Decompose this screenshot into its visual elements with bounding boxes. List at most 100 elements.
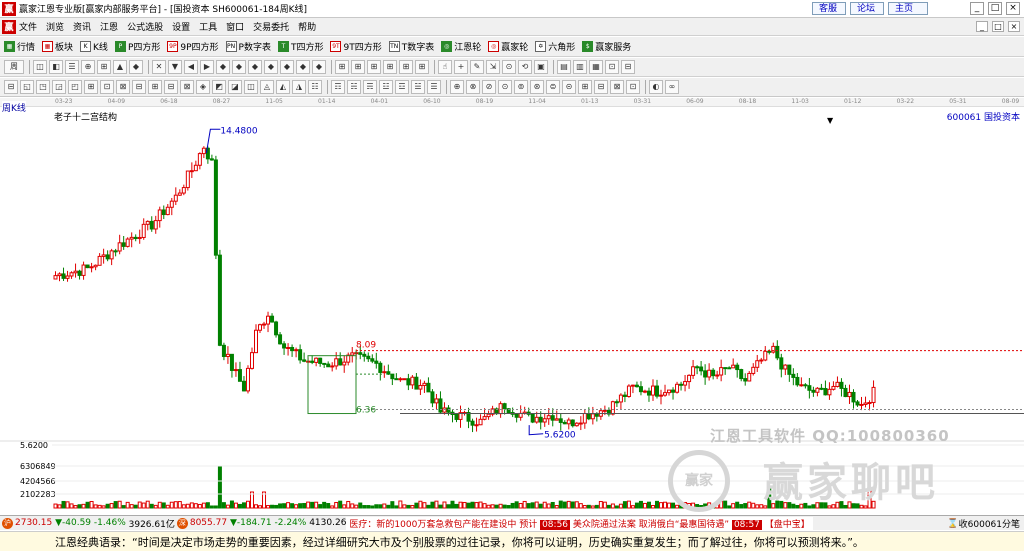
analysis-tool-icon[interactable]: ◈ — [196, 80, 210, 94]
stock-name[interactable]: 600061 国投资本 — [947, 110, 1020, 123]
news-ticker[interactable]: 医疗：新的1000万套急救包产能在建设中 预计 08:56 美众院通过法案 取消… — [346, 516, 813, 530]
news-item-1[interactable]: 医疗：新的1000万套急救包产能在建设中 预计 — [349, 520, 537, 530]
analysis-tool-icon[interactable]: ☳ — [379, 80, 393, 94]
drawing-tool-icon[interactable]: ⊡ — [605, 60, 619, 74]
analysis-tool-icon[interactable]: ⊚ — [514, 80, 528, 94]
analysis-tool-icon[interactable]: ◲ — [52, 80, 66, 94]
analysis-tool-icon[interactable]: ☰ — [427, 80, 441, 94]
analysis-tool-icon[interactable]: ⊞ — [148, 80, 162, 94]
mdi-close-button[interactable]: × — [1008, 21, 1020, 32]
menu-news[interactable]: 资讯 — [73, 20, 91, 33]
menu-help[interactable]: 帮助 — [298, 20, 316, 33]
drawing-tool-icon[interactable]: ◫ — [33, 60, 47, 74]
menu-browse[interactable]: 浏览 — [46, 20, 64, 33]
analysis-tool-icon[interactable]: ⊙ — [498, 80, 512, 94]
menu-settings[interactable]: 设置 — [172, 20, 190, 33]
drawing-tool-icon[interactable]: ◧ — [49, 60, 63, 74]
close-button[interactable]: × — [1006, 2, 1020, 15]
drawing-tool-icon[interactable]: + — [454, 60, 468, 74]
analysis-tool-icon[interactable]: ⊞ — [578, 80, 592, 94]
analysis-tool-icon[interactable]: ⊟ — [164, 80, 178, 94]
analysis-tool-icon[interactable]: ⊠ — [610, 80, 624, 94]
analysis-tool-icon[interactable]: ⊞ — [84, 80, 98, 94]
analysis-tool-icon[interactable]: ◰ — [68, 80, 82, 94]
drawing-tool-icon[interactable]: ⊞ — [351, 60, 365, 74]
toolbar-service-button[interactable]: $ 赢家服务 — [582, 40, 631, 53]
drawing-tool-icon[interactable]: ▦ — [589, 60, 603, 74]
timeline-strip[interactable]: 03-23 04-09 06-18 08-27 11-05 01-14 04-01 06-10… — [0, 98, 1024, 107]
drawing-tool-icon[interactable]: ◆ — [280, 60, 294, 74]
toolbar-t-square-button[interactable]: T T四方形 — [277, 40, 323, 53]
drawing-tool-icon[interactable]: ⊞ — [367, 60, 381, 74]
drawing-tool-icon[interactable]: ▤ — [557, 60, 571, 74]
news-item-3[interactable]: 【盘中宝】 — [765, 520, 810, 530]
tick-info[interactable]: 收600061分笔 — [959, 517, 1020, 530]
drawing-tool-icon[interactable]: ⊞ — [399, 60, 413, 74]
analysis-tool-icon[interactable]: ◐ — [649, 80, 663, 94]
drawing-tool-icon[interactable]: ✎ — [470, 60, 484, 74]
analysis-tool-icon[interactable]: ⊘ — [482, 80, 496, 94]
drawing-tool-icon[interactable]: ⊞ — [335, 60, 349, 74]
analysis-tool-icon[interactable]: ⊗ — [466, 80, 480, 94]
maximize-button[interactable]: □ — [988, 2, 1002, 15]
drawing-tool-icon[interactable]: ◀ — [184, 60, 198, 74]
drawing-tool-icon[interactable]: ◆ — [232, 60, 246, 74]
shenzhen-icon[interactable]: 深 — [176, 517, 188, 529]
toolbar-9p-square-button[interactable]: 9P 9P四方形 — [167, 40, 219, 53]
analysis-tool-icon[interactable]: ⊜ — [546, 80, 560, 94]
toolbar-kline-button[interactable]: K K线 — [80, 40, 108, 53]
menu-file[interactable]: 文件 — [19, 20, 37, 33]
analysis-tool-icon[interactable]: ☱ — [411, 80, 425, 94]
drawing-tool-icon[interactable]: ◆ — [312, 60, 326, 74]
drawing-tool-icon[interactable]: ▥ — [573, 60, 587, 74]
analysis-tool-icon[interactable]: ⊝ — [562, 80, 576, 94]
analysis-tool-icon[interactable]: ☲ — [395, 80, 409, 94]
analysis-tool-icon[interactable]: ◫ — [244, 80, 258, 94]
toolbar-winner-wheel-button[interactable]: ◎ 赢家轮 — [488, 40, 528, 53]
analysis-tool-icon[interactable]: ⊟ — [132, 80, 146, 94]
home-link[interactable]: 主页 — [888, 2, 928, 15]
toolbar-tn-table-button[interactable]: TN T数字表 — [388, 40, 434, 53]
drawing-tool-icon[interactable]: ◆ — [264, 60, 278, 74]
drawing-tool-icon[interactable]: ✕ — [152, 60, 166, 74]
analysis-tool-icon[interactable]: ⊡ — [100, 80, 114, 94]
app-menu-icon[interactable]: 赢 — [2, 19, 16, 34]
toolbar-p-square-button[interactable]: P P四方形 — [114, 40, 160, 53]
toolbar-9t-square-button[interactable]: 9T 9T四方形 — [330, 40, 382, 53]
toolbar-grid-button[interactable]: ▦ 行情 — [4, 40, 35, 53]
analysis-tool-icon[interactable]: ☷ — [308, 80, 322, 94]
toolbar-hexagon-button[interactable]: ✡ 六角形 — [535, 40, 575, 53]
analysis-tool-icon[interactable]: ⊕ — [450, 80, 464, 94]
period-select[interactable]: 周 — [4, 60, 24, 74]
drawing-tool-icon[interactable]: ⊞ — [97, 60, 111, 74]
analysis-tool-icon[interactable]: ☵ — [347, 80, 361, 94]
analysis-tool-icon[interactable]: ◬ — [260, 80, 274, 94]
analysis-tool-icon[interactable]: ⊟ — [4, 80, 18, 94]
drawing-tool-icon[interactable]: ◆ — [296, 60, 310, 74]
dropdown-icon[interactable]: ▼ — [827, 116, 833, 125]
analysis-tool-icon[interactable]: ⊡ — [626, 80, 640, 94]
drawing-tool-icon[interactable]: ⇲ — [486, 60, 500, 74]
analysis-tool-icon[interactable]: ⊠ — [116, 80, 130, 94]
menu-window[interactable]: 窗口 — [226, 20, 244, 33]
analysis-tool-icon[interactable]: ◳ — [36, 80, 50, 94]
toolbar-blocks-button[interactable]: ▦ 板块 — [42, 40, 73, 53]
customer-service-link[interactable]: 客服 — [812, 2, 846, 15]
analysis-tool-icon[interactable]: ∞ — [665, 80, 679, 94]
drawing-tool-icon[interactable]: ▶ — [200, 60, 214, 74]
drawing-tool-icon[interactable]: ▼ — [168, 60, 182, 74]
mdi-restore-button[interactable]: □ — [992, 21, 1004, 32]
minimize-button[interactable]: _ — [970, 2, 984, 15]
analysis-tool-icon[interactable]: ⊟ — [594, 80, 608, 94]
analysis-tool-icon[interactable]: ◩ — [212, 80, 226, 94]
drawing-tool-icon[interactable]: ⊟ — [621, 60, 635, 74]
analysis-tool-icon[interactable]: ⊛ — [530, 80, 544, 94]
menu-tools[interactable]: 工具 — [199, 20, 217, 33]
drawing-tool-icon[interactable]: ⊞ — [383, 60, 397, 74]
drawing-tool-icon[interactable]: ⊙ — [502, 60, 516, 74]
menu-gann[interactable]: 江恩 — [100, 20, 118, 33]
analysis-tool-icon[interactable]: ☴ — [363, 80, 377, 94]
analysis-tool-icon[interactable]: ◮ — [292, 80, 306, 94]
drawing-tool-icon[interactable]: ☝ — [438, 60, 452, 74]
forum-link[interactable]: 论坛 — [850, 2, 884, 15]
